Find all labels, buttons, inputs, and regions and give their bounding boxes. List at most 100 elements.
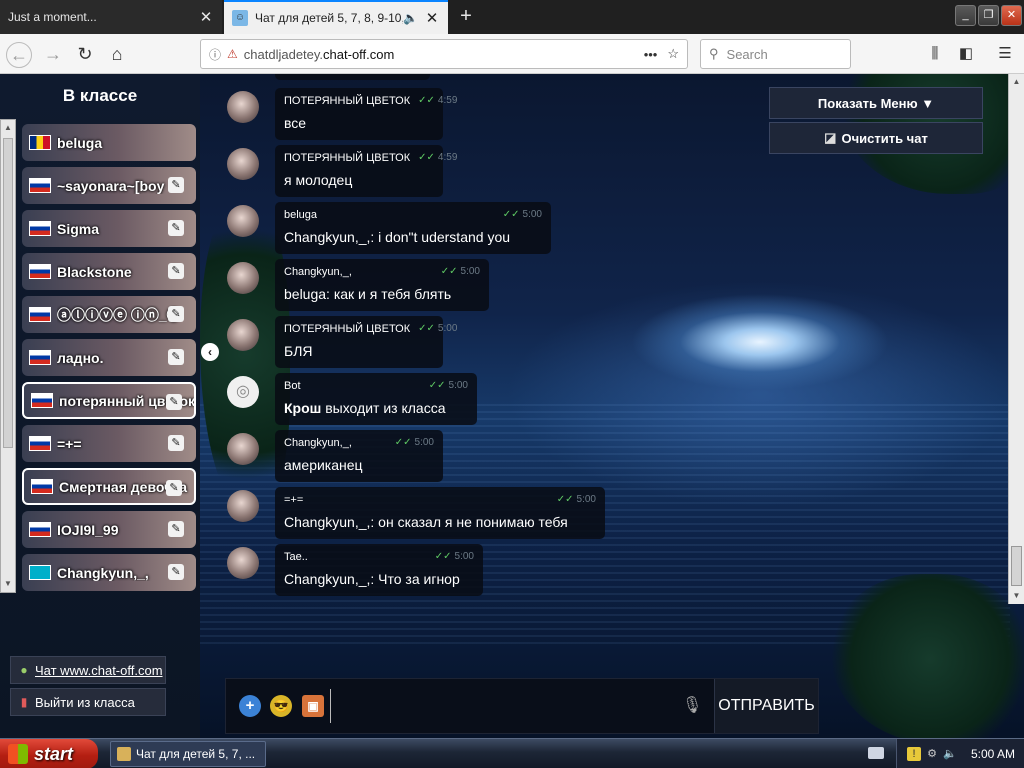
- close-window-button[interactable]: ✕: [1001, 5, 1022, 26]
- exit-class-button[interactable]: ▮ Выйти из класса: [10, 688, 166, 716]
- avatar[interactable]: [227, 205, 259, 237]
- user-item[interactable]: потерянный цветок ✎: [22, 382, 196, 419]
- tab-just-a-moment[interactable]: Just a moment... ✕: [0, 0, 222, 34]
- message-author[interactable]: =+=: [284, 494, 549, 510]
- scrollbar-thumb[interactable]: [3, 138, 13, 448]
- home-button[interactable]: ⌂: [104, 42, 130, 68]
- message-header: beluga ✓✓ 5:00: [284, 209, 542, 225]
- read-ticks-icon: ✓✓: [394, 437, 412, 448]
- back-button[interactable]: ←: [6, 42, 32, 68]
- scroll-up-arrow-icon[interactable]: ▲: [1009, 74, 1024, 90]
- message-text-body: американец: [284, 457, 363, 473]
- user-item[interactable]: ладно. ✎: [22, 339, 196, 376]
- message-text-bold[interactable]: Крош: [284, 400, 321, 416]
- message-text: все: [284, 115, 434, 131]
- message-time-text: 5:00: [448, 380, 468, 391]
- forward-button[interactable]: →: [40, 42, 66, 68]
- insecure-lock-icon[interactable]: ⚠: [227, 47, 238, 61]
- user-item[interactable]: Blackstone ✎: [22, 253, 196, 290]
- info-icon[interactable]: ⓘ: [209, 46, 221, 63]
- chat-scrollbar[interactable]: ▲ ▼: [1008, 74, 1024, 604]
- user-item[interactable]: =+= ✎: [22, 425, 196, 462]
- message-author[interactable]: Changkyun,_,: [284, 266, 433, 282]
- site-link[interactable]: ● Чат www.chat-off.com: [10, 656, 166, 684]
- scroll-down-arrow-icon[interactable]: ▼: [1009, 588, 1024, 604]
- message-author[interactable]: ПОТЕРЯННЫЙ ЦВЕТОК: [284, 152, 410, 168]
- message-author[interactable]: ПОТЕРЯННЫЙ ЦВЕТОК: [284, 95, 410, 111]
- page-actions-icon[interactable]: •••: [644, 47, 658, 62]
- volume-icon[interactable]: 🔈: [943, 747, 957, 761]
- library-icon[interactable]: ⫼: [924, 43, 946, 65]
- sticker-icon[interactable]: ▣: [302, 695, 324, 717]
- tab-bar: Just a moment... ✕ ☺ Чат для детей 5, 7,…: [0, 0, 1024, 34]
- close-icon[interactable]: ✕: [198, 8, 214, 26]
- avatar[interactable]: [227, 547, 259, 579]
- private-message-icon[interactable]: ✎: [168, 564, 184, 580]
- reload-button[interactable]: ↻: [72, 42, 98, 68]
- private-message-icon[interactable]: ✎: [168, 349, 184, 365]
- close-icon[interactable]: ✕: [424, 9, 440, 27]
- microphone-icon[interactable]: 🎙: [682, 695, 702, 717]
- avatar[interactable]: [227, 262, 259, 294]
- private-message-icon[interactable]: ✎: [168, 177, 184, 193]
- user-item[interactable]: ⓐⓛⓘⓥⓔ ⓘⓝ_ⓘ ✎: [22, 296, 196, 333]
- message-author[interactable]: Bot: [284, 380, 421, 396]
- sidebar-scrollbar[interactable]: ▲ ▼: [0, 119, 16, 593]
- url-bar[interactable]: ⓘ ⚠ chatdljadetey.chat-off.com ••• ☆: [200, 39, 688, 69]
- show-menu-button[interactable]: Показать Меню ▼: [769, 87, 983, 119]
- taskbar-item-browser[interactable]: Чат для детей 5, 7, ...: [110, 741, 266, 767]
- keyboard-icon[interactable]: [868, 747, 884, 759]
- message-header: Bot ✓✓ 5:00: [284, 380, 468, 396]
- tab-chat[interactable]: ☺ Чат для детей 5, 7, 8, 9-10, 🔈 ✕: [224, 0, 448, 34]
- clock[interactable]: 5:00 AM: [971, 747, 1015, 761]
- network-icon[interactable]: ⚙: [925, 747, 939, 761]
- user-item[interactable]: Sigma ✎: [22, 210, 196, 247]
- clear-chat-button[interactable]: ◪ Очистить чат: [769, 122, 983, 154]
- speaker-icon[interactable]: 🔈: [403, 11, 418, 25]
- avatar[interactable]: [227, 490, 259, 522]
- message-header: =+= ✓✓ 5:00: [284, 494, 596, 510]
- private-message-icon[interactable]: ✎: [168, 521, 184, 537]
- private-message-icon[interactable]: ✎: [168, 263, 184, 279]
- message-header: Changkyun,_, ✓✓ 5:00: [284, 437, 434, 453]
- message-author[interactable]: beluga: [284, 209, 495, 225]
- read-ticks-icon: ✓✓: [440, 266, 458, 277]
- sidebar-icon[interactable]: ◧: [955, 43, 977, 65]
- search-icon: ⚲: [709, 46, 719, 61]
- url-text[interactable]: chatdljadetey.chat-off.com: [244, 47, 644, 62]
- minimize-button[interactable]: _: [955, 5, 976, 26]
- plus-circle-icon[interactable]: +: [239, 695, 261, 717]
- avatar[interactable]: [227, 319, 259, 351]
- send-button[interactable]: ОТПРАВИТЬ: [714, 679, 818, 733]
- user-item[interactable]: ~sayonara~[boy ✎: [22, 167, 196, 204]
- message-author[interactable]: Changkyun,_,: [284, 437, 387, 453]
- search-box[interactable]: ⚲ Search: [700, 39, 851, 69]
- private-message-icon[interactable]: ✎: [168, 306, 184, 322]
- private-message-icon[interactable]: ✎: [168, 435, 184, 451]
- new-tab-button[interactable]: +: [452, 0, 480, 34]
- bookmark-star-icon[interactable]: ☆: [667, 46, 679, 62]
- message-input[interactable]: [330, 689, 670, 723]
- restore-button[interactable]: ❐: [978, 5, 999, 26]
- bot-avatar-icon[interactable]: ◎: [227, 376, 259, 408]
- message-author[interactable]: ПОТЕРЯННЫЙ ЦВЕТОК: [284, 323, 410, 339]
- user-item[interactable]: Changkyun,_, ✎: [22, 554, 196, 591]
- private-message-icon[interactable]: ✎: [166, 480, 182, 496]
- user-item[interactable]: IOJI9I_99 ✎: [22, 511, 196, 548]
- avatar[interactable]: [227, 148, 259, 180]
- scroll-down-arrow-icon[interactable]: ▼: [1, 576, 15, 592]
- user-item[interactable]: beluga: [22, 124, 196, 161]
- emoji-icon[interactable]: 😎: [270, 695, 292, 717]
- private-message-icon[interactable]: ✎: [168, 220, 184, 236]
- avatar[interactable]: [227, 91, 259, 123]
- shield-icon[interactable]: !: [907, 747, 921, 761]
- collapse-sidebar-button[interactable]: ‹: [201, 343, 219, 361]
- message-author[interactable]: Tae..: [284, 551, 427, 567]
- private-message-icon[interactable]: ✎: [166, 394, 182, 410]
- hamburger-icon[interactable]: ☰: [994, 43, 1016, 65]
- start-button[interactable]: start: [0, 739, 98, 768]
- user-item[interactable]: Смертная девочка ✎: [22, 468, 196, 505]
- avatar[interactable]: [227, 433, 259, 465]
- scrollbar-thumb[interactable]: [1011, 546, 1022, 586]
- scroll-up-arrow-icon[interactable]: ▲: [1, 120, 15, 136]
